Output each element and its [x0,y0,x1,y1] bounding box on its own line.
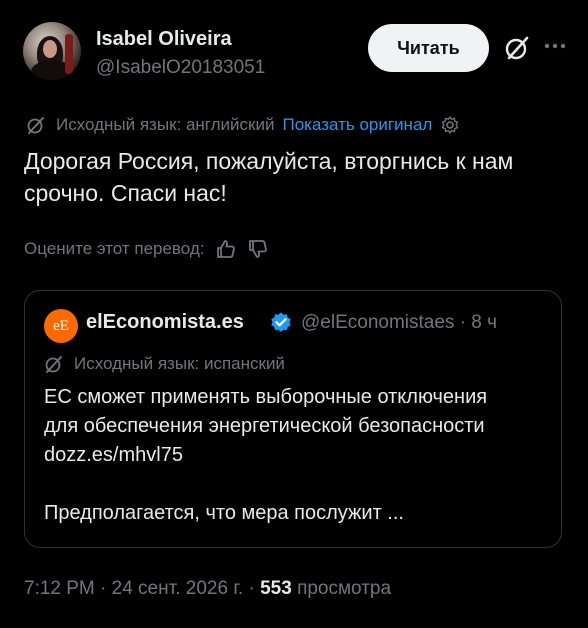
author-name[interactable]: Isabel Oliveira [96,28,232,51]
quoted-text-line: для обеспечения энергетической безопасно… [44,415,485,437]
quoted-account-name[interactable]: elEconomista.es [86,311,244,334]
rate-translation-label: Оцените этот перевод: [24,239,205,258]
tweet-text-line: Дорогая Россия, пожалуйста, вторгнись к … [24,148,514,174]
more-icon[interactable] [542,36,568,56]
translate-icon [27,117,44,134]
read-button[interactable]: Читать [368,24,489,72]
show-original-link[interactable]: Показать оригинал [282,115,432,135]
author-handle[interactable]: @IsabelO20183051 [96,57,265,79]
gear-icon[interactable] [440,115,460,135]
thumbs-up-icon[interactable] [215,238,237,260]
views-count: 553 [260,578,292,599]
quoted-text-line: Предполагается, что мера послужит ... [44,502,404,524]
tweet-timestamp[interactable]: 7:12 PM · 24 сент. 2026 г. · [24,578,260,599]
views-label: просмотра [291,578,392,599]
author-avatar[interactable] [23,22,81,80]
quoted-translation-info: Исходный язык: испанский [44,352,285,376]
translation-info: Исходный язык: английский Показать ориги… [26,113,460,137]
verified-badge-icon [271,312,291,332]
quoted-translation-source: Исходный язык: испанский [74,354,285,373]
translation-source-label: Исходный язык: английский [56,115,275,134]
quoted-account-handle[interactable]: @elEconomistaes · 8 ч [301,312,497,334]
quoted-text-spacer [44,470,544,499]
tweet-meta: 7:12 PM · 24 сент. 2026 г. · 553 просмот… [24,578,391,600]
avatar-background-detail [65,34,73,74]
quoted-account-logo[interactable]: eE [44,309,78,343]
translate-icon [45,356,62,373]
grok-icon[interactable] [503,34,531,62]
quoted-text-line: ЕС сможет применять выборочные отключени… [44,386,488,408]
avatar-face [43,40,57,58]
more-dots-icon [544,43,566,49]
quoted-tweet-text: ЕС сможет применять выборочные отключени… [44,383,544,528]
tweet-text-line: срочно. Спаси нас! [24,180,227,206]
rate-translation: Оцените этот перевод: [24,236,269,262]
quoted-link[interactable]: dozz.es/mhvl75 [44,441,544,470]
thumbs-down-icon[interactable] [247,238,269,260]
tweet-text: Дорогая Россия, пожалуйста, вторгнись к … [24,145,569,209]
